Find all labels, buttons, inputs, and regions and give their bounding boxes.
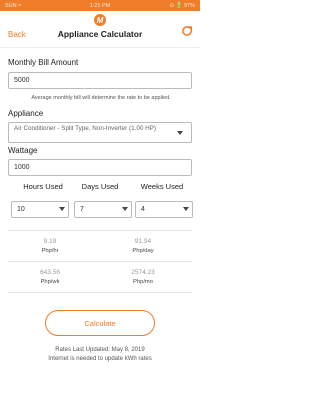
wattage-label: Wattage: [8, 146, 38, 155]
bill-hint: Average monthly bill will determine the …: [31, 95, 171, 101]
rates-updated-note: Rates Last Updated: May 8, 2019: [55, 347, 145, 353]
appliance-select[interactable]: Air Conditioner - Split Type, Non-Invert…: [8, 122, 192, 143]
hours-used-value: 10: [17, 206, 25, 213]
results-divider-top: [8, 230, 192, 231]
result-per-month-unit: Php/mo: [133, 279, 153, 285]
result-per-day-value: 91.94: [134, 238, 152, 245]
hours-used-label: Hours Used: [23, 182, 63, 191]
days-used-label: Days Used: [81, 182, 119, 191]
results-divider-middle: [8, 261, 192, 262]
weeks-dropdown-icon[interactable]: [183, 207, 189, 211]
wattage-input[interactable]: 1000: [8, 159, 192, 176]
app-header: Back M Appliance Calculator: [0, 11, 200, 48]
status-time: 1:21 PM: [89, 2, 111, 9]
weeks-used-value: 4: [141, 206, 145, 213]
weeks-used-label: Weeks Used: [140, 182, 184, 191]
calculate-button[interactable]: Calculate: [45, 310, 155, 336]
bill-amount-input[interactable]: 5000: [8, 72, 192, 89]
bill-label: Monthly Bill Amount: [8, 58, 79, 67]
result-per-hour-unit: Php/hr: [41, 248, 59, 254]
results-divider-bottom: [8, 292, 192, 293]
refresh-icon[interactable]: [180, 24, 194, 38]
result-per-hour-value: 9.19: [43, 238, 57, 245]
days-dropdown-icon[interactable]: [122, 207, 128, 211]
status-bar: SUN ≈ 1:21 PM ⊙ 🔋 97%: [0, 0, 200, 11]
page-title: Appliance Calculator: [57, 29, 143, 39]
status-network: SUN ≈: [5, 2, 22, 9]
result-per-week-unit: Php/wk: [40, 279, 60, 285]
internet-note: Internet is needed to update kWh rates: [48, 356, 152, 362]
appliance-selected-value: Air Conditioner - Split Type, Non-Invert…: [14, 125, 156, 132]
appliance-label: Appliance: [8, 109, 44, 118]
app-logo-icon: M: [94, 14, 106, 26]
result-per-month-value: 2574.23: [131, 269, 155, 276]
result-per-day-unit: Php/day: [132, 248, 154, 254]
result-per-week-value: 643.56: [40, 269, 60, 276]
hours-dropdown-icon[interactable]: [59, 207, 65, 211]
status-battery: ⊙ 🔋 97%: [169, 2, 195, 9]
appliance-dropdown-icon[interactable]: [177, 131, 183, 135]
days-used-value: 7: [80, 206, 84, 213]
